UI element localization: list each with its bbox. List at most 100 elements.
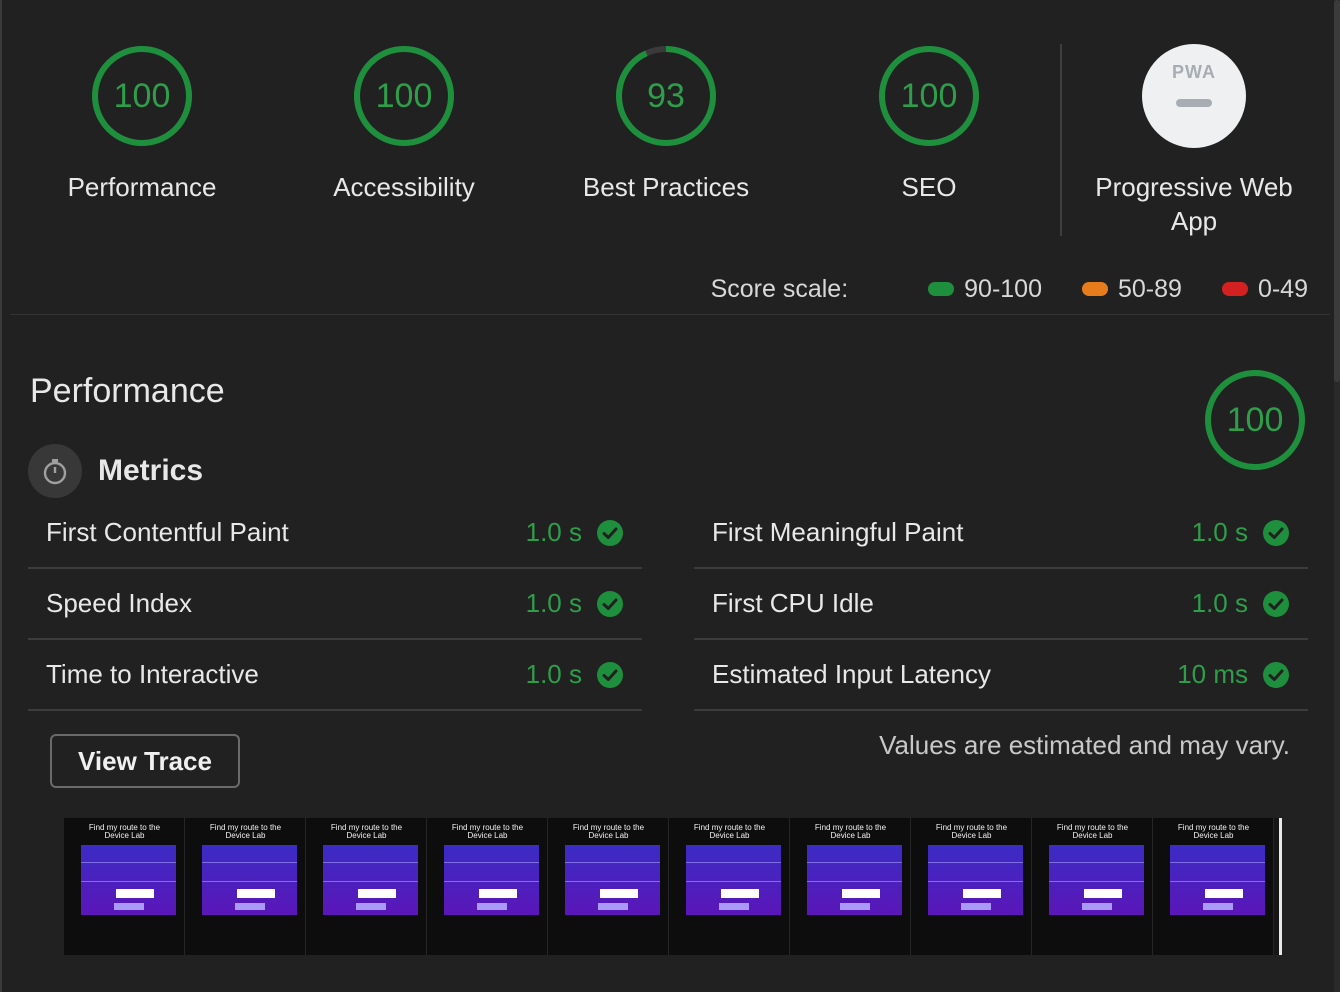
header-divider: [10, 314, 1330, 315]
frame-divider: [202, 862, 297, 863]
performance-score-value: 100: [1226, 401, 1284, 439]
frame-title-line2: Device Lab: [709, 831, 750, 840]
score-scale-title: Score scale:: [710, 274, 849, 303]
frame-input: [1084, 889, 1122, 898]
frame-input: [116, 889, 154, 898]
metrics-header: Metrics: [28, 444, 203, 498]
score-gauge[interactable]: 100: [352, 44, 456, 148]
frame-title: Find my route to the Device Lab: [306, 824, 427, 840]
filmstrip-frame: Find my route to the Device Lab: [1153, 818, 1274, 955]
category-label: SEO: [901, 172, 957, 202]
frame-divider: [565, 881, 660, 882]
frame-card: [81, 845, 176, 915]
filmstrip-frame: Find my route to the Device Lab: [669, 818, 790, 955]
filmstrip: Find my route to the Device Lab Find my ro…: [64, 818, 1282, 955]
frame-divider: [1170, 881, 1265, 882]
frame-title: Find my route to the Device Lab: [185, 824, 306, 840]
frame-divider: [807, 881, 902, 882]
frame-divider: [323, 862, 418, 863]
pwa-label-line1: Progressive Web: [1095, 172, 1293, 202]
pass-check-icon: [597, 590, 623, 617]
filmstrip-frame: Find my route to the Device Lab: [64, 818, 185, 955]
frame-title: Find my route to the Device Lab: [548, 824, 669, 840]
metric-row: First Meaningful Paint 1.0 s: [694, 498, 1308, 569]
frame-title-line2: Device Lab: [225, 831, 266, 840]
frame-divider: [81, 862, 176, 863]
scrollbar-track[interactable]: [1334, 0, 1340, 992]
section-title-performance: Performance: [30, 372, 225, 410]
metric-row: First Contentful Paint 1.0 s: [28, 498, 642, 569]
estimate-note: Values are estimated and may vary.: [879, 730, 1290, 760]
metric-value: 1.0 s: [525, 659, 582, 689]
score-gauge[interactable]: 93: [614, 44, 718, 148]
frame-button: [235, 903, 265, 910]
score-gauge[interactable]: 100: [877, 44, 981, 148]
stopwatch-icon: [28, 444, 82, 498]
metric-name: Speed Index: [46, 588, 193, 618]
view-trace-button[interactable]: View Trace: [50, 734, 240, 788]
pass-check-icon: [597, 519, 623, 546]
score-value: 93: [647, 77, 685, 115]
frame-title-line2: Device Lab: [346, 831, 387, 840]
scale-range-fail: 0-49: [1257, 274, 1308, 303]
frame-divider: [202, 881, 297, 882]
frame-divider: [686, 862, 781, 863]
metric-name: Estimated Input Latency: [712, 659, 991, 689]
frame-button: [598, 903, 628, 910]
metric-value: 10 ms: [1177, 659, 1248, 689]
category-pwa[interactable]: PWA Progressive Web App: [1084, 44, 1304, 238]
frame-card: [1170, 845, 1265, 915]
pwa-divider: [1060, 44, 1062, 236]
frame-divider: [81, 881, 176, 882]
frame-input: [479, 889, 517, 898]
pass-check-icon: [1263, 590, 1289, 617]
metric-value: 1.0 s: [525, 588, 582, 618]
frame-button: [840, 903, 870, 910]
pwa-badge-icon[interactable]: PWA: [1142, 44, 1246, 148]
frame-title: Find my route to the Device Lab: [427, 824, 548, 840]
frame-title: Find my route to the Device Lab: [1032, 824, 1153, 840]
frame-input: [237, 889, 275, 898]
frame-button: [719, 903, 749, 910]
filmstrip-frame: Find my route to the Device Lab: [427, 818, 548, 955]
frame-divider: [565, 862, 660, 863]
frame-card: [807, 845, 902, 915]
average-pill-icon: [1082, 282, 1108, 296]
frame-divider: [1049, 862, 1144, 863]
frame-card: [686, 845, 781, 915]
pwa-label-line2: App: [1170, 206, 1218, 236]
category-accessibility[interactable]: 100 Accessibility: [294, 44, 514, 204]
frame-divider: [444, 862, 539, 863]
frame-card: [444, 845, 539, 915]
frame-card: [323, 845, 418, 915]
frame-title: Find my route to the Device Lab: [669, 824, 790, 840]
category-best-practices[interactable]: 93 Best Practices: [556, 44, 776, 204]
scrollbar-thumb[interactable]: [1334, 0, 1340, 382]
pwa-dash-icon: [1176, 99, 1212, 107]
category-performance[interactable]: 100 Performance: [32, 44, 252, 204]
score-value: 100: [113, 77, 171, 115]
frame-divider: [444, 881, 539, 882]
pwa-badge-text: PWA: [1171, 62, 1216, 82]
frame-button: [477, 903, 507, 910]
pwa-label: Progressive Web App: [1084, 170, 1304, 238]
pass-check-icon: [597, 661, 623, 688]
frame-button: [356, 903, 386, 910]
frame-divider: [1170, 862, 1265, 863]
scale-item-pass: 90-100: [928, 275, 1042, 304]
filmstrip-frame: Find my route to the Device Lab: [1032, 818, 1153, 955]
score-gauge[interactable]: 100: [90, 44, 194, 148]
frame-input: [842, 889, 880, 898]
frame-input: [1205, 889, 1243, 898]
score-value: 100: [375, 77, 433, 115]
frame-title: Find my route to the Device Lab: [790, 824, 911, 840]
metric-value: 1.0 s: [525, 517, 582, 547]
frame-title-line2: Device Lab: [1072, 831, 1113, 840]
frame-input: [721, 889, 759, 898]
category-label: Best Practices: [582, 172, 750, 202]
frame-title: Find my route to the Device Lab: [64, 824, 185, 840]
fail-pill-icon: [1221, 282, 1248, 296]
metric-name: Time to Interactive: [46, 659, 259, 689]
category-seo[interactable]: 100 SEO: [819, 44, 1039, 204]
pass-pill-icon: [928, 282, 955, 296]
